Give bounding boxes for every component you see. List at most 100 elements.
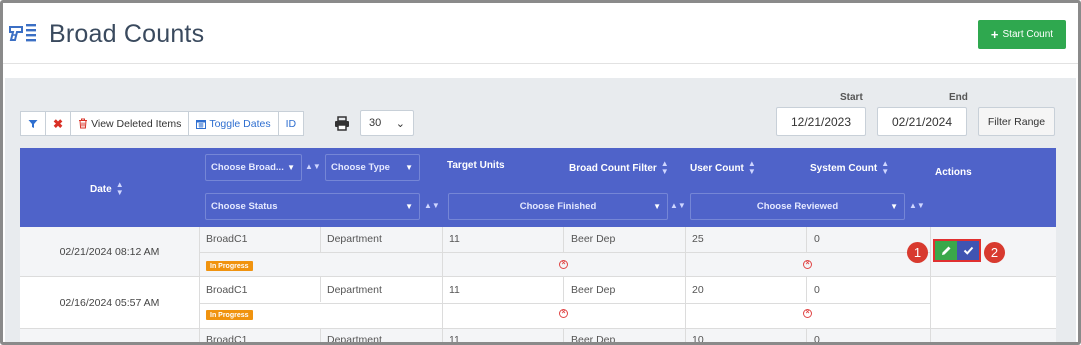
choose-broad-filter[interactable]: Choose Broad... ▼ (205, 154, 302, 181)
row-type: Department (327, 334, 382, 345)
start-date-label: Start (840, 92, 863, 103)
end-date-input[interactable]: 02/21/2024 (877, 107, 967, 136)
row-system-count: 0 (814, 334, 820, 345)
cell-divider (199, 252, 930, 253)
caret-down-icon: ▼ (405, 163, 413, 172)
cell-divider (320, 277, 321, 302)
row-user-count: 20 (692, 284, 704, 296)
actions-label: Actions (935, 167, 972, 178)
caret-down-icon: ▼ (653, 202, 661, 211)
user-count-label: User Count (690, 162, 744, 174)
row-filter: Beer Dep (571, 284, 616, 296)
row-name: BroadC1 (206, 334, 248, 345)
broad-count-filter-label: Broad Count Filter (569, 162, 657, 174)
choose-finished-filter[interactable]: Choose Finished ▼ (448, 193, 668, 220)
pencil-icon (941, 246, 950, 255)
cell-divider (199, 303, 930, 304)
choose-status-filter[interactable]: Choose Status ▼ (205, 193, 420, 220)
sort-icon: ▲ ▼ (881, 159, 890, 176)
cell-divider (806, 277, 807, 302)
start-count-button[interactable]: + Start Count (978, 20, 1066, 49)
plus-icon: + (990, 26, 999, 42)
target-units-label: Target Units (447, 160, 505, 171)
row-date: 02/21/2024 08:12 AM (59, 245, 160, 258)
printer-icon[interactable] (334, 116, 350, 131)
toggle-dates-button[interactable]: Toggle Dates (189, 112, 279, 135)
actions-column-header: Actions (935, 167, 972, 178)
row-target-units: 11 (449, 334, 460, 345)
target-units-column-header: Target Units (447, 160, 505, 171)
sort-icon[interactable]: ▲▼ (305, 162, 321, 171)
review-button[interactable] (957, 241, 979, 260)
row-filter: Beer Dep (571, 334, 616, 345)
choose-status-label: Choose Status (211, 201, 278, 212)
choose-type-filter[interactable]: Choose Type ▼ (325, 154, 420, 181)
row-date: 02/16/2024 05:57 AM (59, 296, 160, 309)
cell-divider (563, 277, 564, 302)
cell-divider (442, 329, 443, 342)
cell-divider (199, 329, 200, 342)
cell-divider (563, 329, 564, 342)
start-date-input[interactable]: 12/21/2023 (776, 107, 866, 136)
cell-divider (806, 227, 807, 252)
trash-icon (79, 118, 88, 129)
toggle-dates-label: Toggle Dates (209, 117, 271, 130)
choose-broad-label: Choose Broad... (211, 162, 284, 173)
cell-divider (320, 227, 321, 252)
filter-range-button[interactable]: Filter Range (978, 107, 1055, 136)
clear-icon: ✖ (53, 116, 64, 131)
sort-icon: ▲ ▼ (115, 180, 124, 197)
row-name: BroadC1 (206, 284, 248, 296)
cell-divider (685, 329, 686, 342)
status-badge: In Progress (206, 261, 253, 271)
row-user-count: 10 (692, 334, 704, 345)
view-deleted-button[interactable]: View Deleted Items (71, 112, 190, 135)
sort-icon[interactable]: ▲▼ (424, 201, 440, 210)
id-button[interactable]: ID (279, 112, 304, 135)
row-filter: Beer Dep (571, 233, 616, 245)
page-size-value: 30 (369, 117, 382, 129)
system-count-label: System Count (810, 162, 878, 174)
filter-button[interactable] (21, 112, 46, 135)
clear-filters-button[interactable]: ✖ (46, 112, 72, 135)
callout-1: 1 (907, 242, 928, 263)
choose-type-label: Choose Type (331, 162, 390, 173)
table-row[interactable]: 02/21/2024 08:12 AM BroadC1 Department 1… (20, 227, 1056, 277)
row-target-units: 11 (449, 284, 460, 296)
user-count-column-header[interactable]: User Count ▲ ▼ (690, 160, 756, 176)
not-reviewed-icon: × (803, 260, 812, 269)
cell-divider (320, 329, 321, 342)
table-row[interactable]: 02/16/2024 05:57 AM BroadC1 Department 1… (20, 277, 1056, 329)
cell-divider (930, 227, 931, 276)
cell-divider (930, 329, 931, 342)
table-toolbar: ✖ View Deleted Items Toggle Dates ID (20, 111, 305, 136)
chevron-down-icon: ⌄ (395, 118, 405, 130)
date-column-label: Date (90, 183, 112, 195)
view-deleted-label: View Deleted Items (91, 117, 182, 130)
page-title: Broad Counts (49, 20, 205, 48)
date-column-header[interactable]: Date ▲ ▼ (90, 181, 124, 197)
cell-divider (563, 227, 564, 252)
row-user-count: 25 (692, 233, 704, 245)
sort-icon[interactable]: ▲▼ (909, 201, 925, 210)
filter-icon (28, 119, 38, 128)
not-finished-icon: × (559, 309, 568, 318)
row-name: BroadC1 (206, 233, 248, 245)
row-system-count: 0 (814, 233, 820, 245)
start-count-label: Start Count (1002, 29, 1054, 40)
row-system-count: 0 (814, 284, 820, 296)
sort-icon[interactable]: ▲▼ (670, 201, 686, 210)
table-row[interactable]: BroadC1 Department 11 Beer Dep 10 0 (20, 329, 1056, 345)
edit-button[interactable] (935, 241, 957, 260)
table-header: Date ▲ ▼ Choose Broad... ▼ ▲▼ Choose Type… (20, 148, 1056, 227)
system-count-column-header[interactable]: System Count ▲ ▼ (810, 160, 889, 176)
page-header: Broad Counts + Start Count (3, 3, 1078, 61)
scanner-logo-icon (9, 24, 36, 42)
choose-reviewed-filter[interactable]: Choose Reviewed ▼ (690, 193, 905, 220)
status-badge: In Progress (206, 310, 253, 320)
row-type: Department (327, 284, 382, 296)
not-finished-icon: × (559, 260, 568, 269)
page-size-select[interactable]: 30 ⌄ (360, 110, 414, 136)
end-date-label: End (949, 92, 968, 103)
broad-count-filter-column-header[interactable]: Broad Count Filter ▲ ▼ (569, 160, 669, 176)
